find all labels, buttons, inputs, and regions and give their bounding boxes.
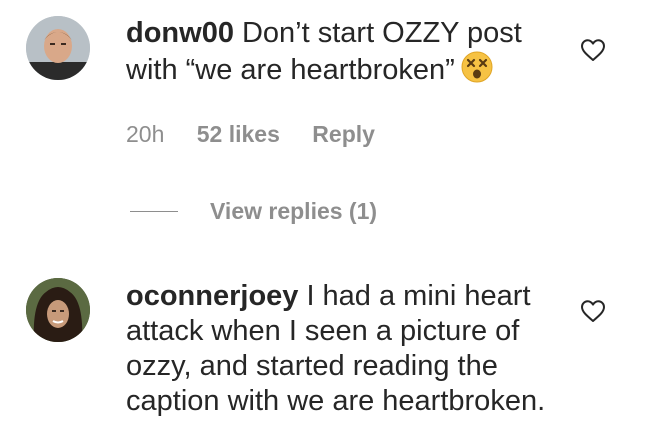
avatar[interactable] xyxy=(26,278,90,342)
comment-username[interactable]: donw00 xyxy=(126,17,234,49)
heart-icon[interactable] xyxy=(580,299,606,323)
view-replies-label: View replies (1) xyxy=(210,197,378,224)
comment-item: donw00 Don’t start OZZY post with “we are… xyxy=(0,0,654,240)
divider-line xyxy=(130,210,178,212)
comment-time[interactable]: 20h xyxy=(126,121,164,147)
comment-likes[interactable]: 52 likes xyxy=(197,121,280,147)
comment-text: donw00 Don’t start OZZY post with “we are… xyxy=(126,16,556,92)
dizzy-face-emoji-icon xyxy=(461,51,493,92)
comment-username[interactable]: oconnerjoey xyxy=(126,280,298,312)
reply-button[interactable]: Reply xyxy=(312,121,375,147)
comment-text: oconnerjoey I had a mini heart attack whe… xyxy=(126,279,546,419)
avatar[interactable] xyxy=(26,16,90,80)
comment-item: oconnerjoey I had a mini heart attack whe… xyxy=(0,240,654,424)
comment-meta: 20h 52 likes Reply xyxy=(126,121,401,148)
heart-icon[interactable] xyxy=(580,38,606,62)
view-replies-button[interactable]: View replies (1) xyxy=(130,196,377,226)
avatar-image xyxy=(26,16,90,80)
avatar-image xyxy=(26,278,90,342)
